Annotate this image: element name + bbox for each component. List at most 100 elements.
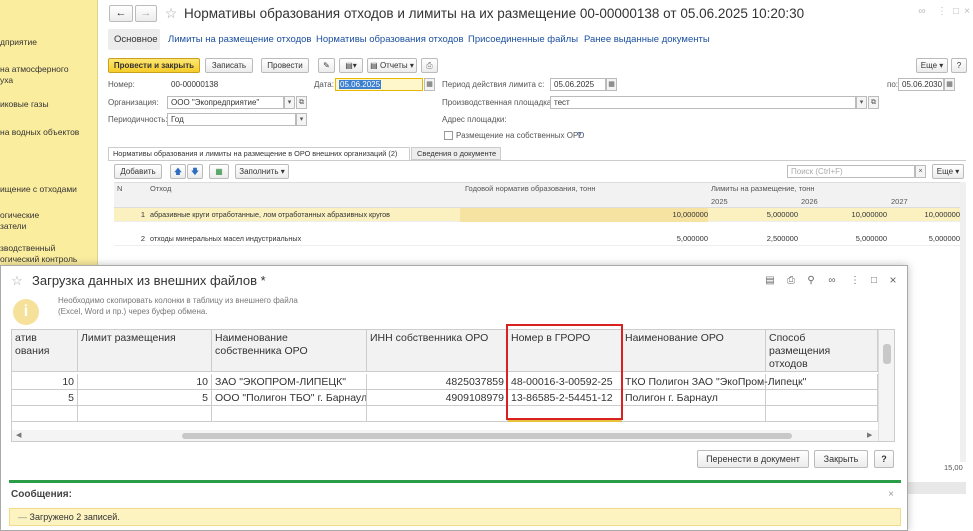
maximize-icon[interactable]: □ — [869, 275, 879, 287]
tab-files[interactable]: Присоединенные файлы — [468, 34, 578, 45]
maximize-icon[interactable]: □ — [950, 6, 962, 18]
open-icon[interactable]: ⧉ — [868, 96, 879, 109]
help-icon[interactable]: ? — [577, 131, 581, 141]
cell-method[interactable] — [766, 374, 878, 390]
save-button[interactable]: Записать — [205, 58, 253, 73]
dialog-help-button[interactable]: ? — [874, 450, 894, 468]
scroll-right-icon[interactable]: ▶ — [867, 432, 872, 440]
move-up-icon[interactable]: 🡅 — [170, 164, 186, 179]
excel-icon[interactable]: ▦ — [209, 164, 229, 179]
close-icon[interactable]: × — [888, 274, 898, 286]
cell-limit[interactable]: 5 — [78, 390, 212, 406]
horizontal-scrollbar[interactable]: ◀ ▶ — [12, 430, 878, 441]
vertical-scrollbar[interactable] — [878, 330, 894, 441]
period-to-field[interactable]: 05.06.2030 — [898, 78, 944, 91]
site-field[interactable]: тест — [550, 96, 856, 109]
close-icon[interactable]: × — [886, 489, 896, 501]
save-icon[interactable]: ▤ — [764, 275, 776, 287]
period-from-field[interactable]: 05.06.2025 — [550, 78, 606, 91]
own-oro-checkbox[interactable] — [444, 131, 453, 140]
more-vertical-icon[interactable]: ⋮ — [849, 275, 861, 287]
tab-main[interactable]: Основное — [114, 34, 158, 45]
number-field[interactable]: 00-00000138 — [167, 78, 297, 91]
date-label: Дата: — [314, 80, 334, 89]
reports-button[interactable]: ▤ Отчеты ▾ — [367, 58, 417, 73]
dropdown-icon[interactable]: ▾ — [284, 96, 295, 109]
sidebar-item[interactable]: огические затели — [0, 210, 98, 232]
print-icon[interactable]: ⎙ — [421, 58, 438, 73]
link-icon[interactable]: ∞ — [826, 275, 838, 287]
reports-label: Отчеты — [379, 61, 408, 70]
tab-previous-docs[interactable]: Ранее выданные документы — [584, 34, 710, 45]
sidebar-item[interactable]: дприятие — [0, 37, 98, 48]
tab-limits[interactable]: Лимиты на размещение отходов — [168, 34, 311, 45]
forward-button[interactable]: → — [135, 5, 157, 22]
date-field[interactable]: 05.06.2025 — [335, 78, 423, 91]
calendar-icon[interactable]: ▦ — [944, 78, 955, 91]
link-icon[interactable]: ∞ — [916, 6, 928, 18]
open-icon[interactable]: ⧉ — [296, 96, 307, 109]
sidebar-item[interactable]: иковые газы — [0, 99, 98, 110]
cell-oro-name[interactable]: ТКО Полигон ЗАО "ЭкоПром-Липецк" — [622, 374, 806, 390]
print-icon[interactable]: ⎙ — [785, 275, 797, 287]
cell-inn[interactable]: 4909108979 — [367, 390, 508, 406]
help-button[interactable]: ? — [951, 58, 967, 73]
cell-oro-name[interactable]: Полигон г. Барнаул — [622, 390, 766, 406]
cell-inn[interactable]: 4825037859 — [367, 374, 508, 390]
cell-norm[interactable]: 5 — [12, 390, 78, 406]
dropdown-icon[interactable]: ▾ — [296, 113, 307, 126]
add-button[interactable]: Добавить — [114, 164, 162, 179]
cell-owner[interactable]: ООО "Полигон ТБО" г. Барнаул — [212, 390, 367, 406]
periodicity-field[interactable]: Год — [167, 113, 296, 126]
cell-limit[interactable]: 10 — [78, 374, 212, 390]
inner-tab-norms[interactable]: Нормативы образования и лимиты на размещ… — [108, 147, 410, 160]
sidebar-item[interactable]: ищение с отходами — [0, 184, 98, 195]
empty-cell[interactable] — [12, 406, 78, 422]
more-vertical-icon[interactable]: ⋮ — [936, 6, 948, 18]
message-text: Загружено 2 записей. — [29, 512, 120, 522]
scroll-thumb[interactable] — [182, 433, 792, 439]
grid-more-button[interactable]: Еще ▾ — [932, 164, 964, 179]
cell-owner[interactable]: ЗАО "ЭКОПРОМ-ЛИПЕЦК" — [212, 374, 367, 390]
empty-cell[interactable] — [622, 406, 766, 422]
sidebar-item[interactable]: зводственный огический контроль — [0, 243, 98, 265]
fill-button[interactable]: Заполнить ▾ — [235, 164, 289, 179]
preview-icon[interactable]: ⚲ — [805, 275, 817, 287]
post-and-close-button[interactable]: Провести и закрыть — [108, 58, 200, 73]
row-n: 2 — [140, 234, 145, 243]
star-icon[interactable]: ☆ — [11, 274, 23, 287]
calendar-icon[interactable]: ▦ — [606, 78, 617, 91]
more-button[interactable]: Еще ▾ — [916, 58, 948, 73]
scroll-thumb[interactable] — [883, 344, 891, 364]
edit-icon[interactable]: ✎ — [318, 58, 335, 73]
grid-scrollbar[interactable] — [960, 182, 966, 462]
empty-cell[interactable] — [367, 406, 508, 422]
sidebar-item[interactable]: на атмосферного уха — [0, 64, 98, 86]
clear-search-icon[interactable]: × — [915, 165, 926, 178]
move-down-icon[interactable]: 🡇 — [187, 164, 203, 179]
back-button[interactable]: ← — [109, 5, 133, 22]
empty-cell[interactable] — [212, 406, 367, 422]
cell-norm[interactable]: 10 — [12, 374, 78, 390]
star-icon[interactable]: ☆ — [164, 5, 178, 21]
tab-norms[interactable]: Нормативы образования отходов — [316, 34, 464, 45]
transfer-button[interactable]: Перенести в документ — [697, 450, 809, 468]
calendar-icon[interactable]: ▦ — [424, 78, 435, 91]
cell-method[interactable] — [766, 390, 878, 406]
create-based-icon[interactable]: ▤▾ — [339, 58, 363, 73]
close-icon[interactable]: × — [962, 6, 972, 18]
scroll-left-icon[interactable]: ◀ — [16, 432, 21, 440]
organization-field[interactable]: ООО "Экопредприятие" — [167, 96, 284, 109]
close-button[interactable]: Закрыть — [814, 450, 868, 468]
post-button[interactable]: Провести — [261, 58, 309, 73]
row-2026: 5,000000 — [855, 234, 887, 243]
empty-cell[interactable] — [766, 406, 878, 422]
inner-tab-info[interactable]: Сведения о документе — [411, 147, 501, 160]
empty-cell[interactable] — [78, 406, 212, 422]
sidebar-item[interactable]: на водных объектов — [0, 127, 98, 138]
search-input[interactable]: Поиск (Ctrl+F) — [787, 165, 915, 178]
table-row[interactable]: 2 отходы минеральных масел индустриальны… — [114, 232, 960, 246]
messages-title: Сообщения: — [11, 489, 72, 500]
table-row[interactable]: 1 абразивные круги отработанные, лом отр… — [114, 208, 960, 222]
dropdown-icon[interactable]: ▾ — [856, 96, 867, 109]
